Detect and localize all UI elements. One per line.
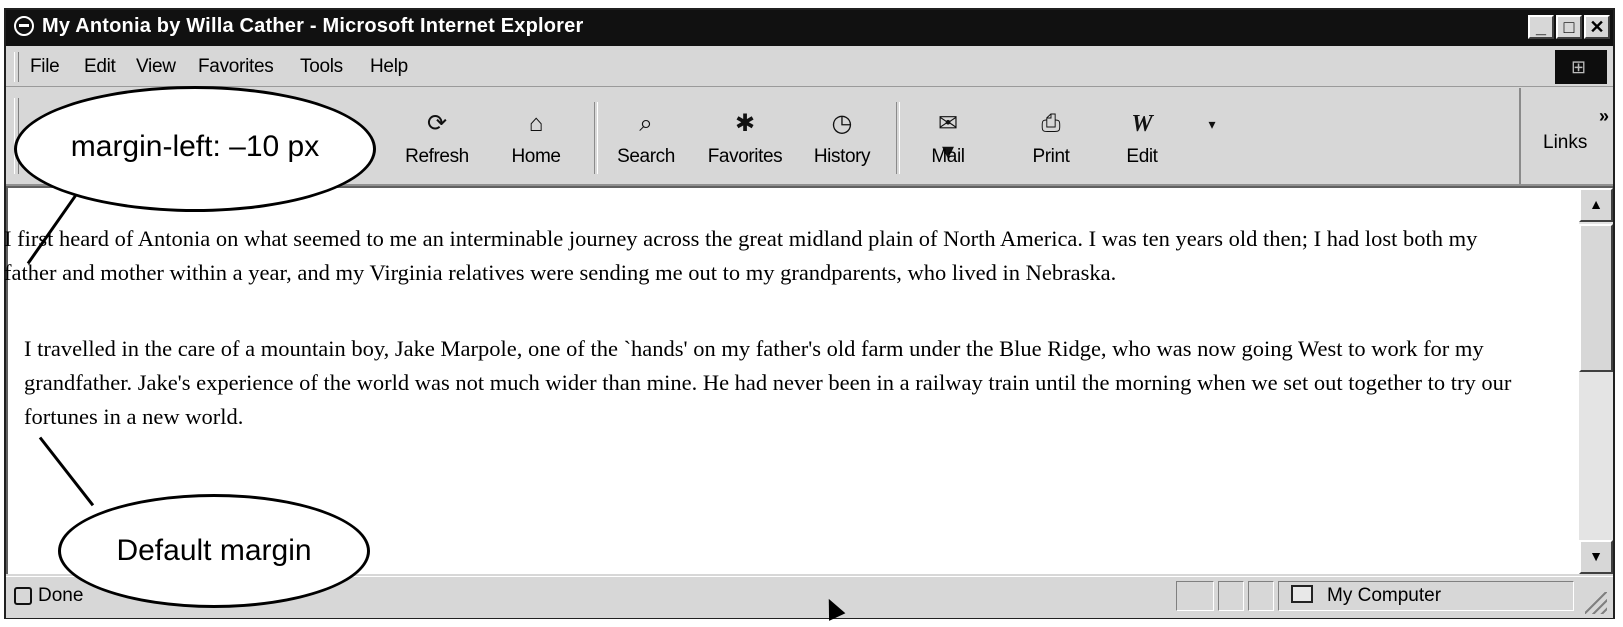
scroll-up-button[interactable]: ▲ xyxy=(1579,188,1613,222)
window-title: My Antonia by Willa Cather - Microsoft I… xyxy=(42,15,584,37)
search-label: Search xyxy=(617,146,675,167)
refresh-label: Refresh xyxy=(405,146,469,167)
chevron-right-icon[interactable]: » xyxy=(1599,106,1609,127)
favorites-button[interactable]: ✱ Favorites xyxy=(696,88,794,184)
mail-button[interactable]: ✉▾ Mail xyxy=(908,88,988,184)
search-button[interactable]: ⌕ Search xyxy=(604,88,688,184)
menu-tools[interactable]: Tools xyxy=(300,56,343,78)
menu-file[interactable]: File xyxy=(30,56,60,78)
menu-favorites[interactable]: Favorites xyxy=(198,56,274,78)
links-label: Links xyxy=(1543,132,1588,153)
home-label: Home xyxy=(511,146,561,167)
toolbar-separator xyxy=(594,102,598,174)
paragraph-negative-margin: I first heard of Antonia on what seemed … xyxy=(4,226,1478,285)
home-icon: ⌂ xyxy=(528,110,544,137)
toolbar-separator xyxy=(896,102,900,174)
menu-view[interactable]: View xyxy=(136,56,176,78)
edit-button[interactable]: W Edit xyxy=(1110,88,1174,184)
status-pane xyxy=(1218,581,1244,611)
callout-margin-left: margin-left: –10 px xyxy=(14,86,376,212)
mail-icon: ✉▾ xyxy=(937,110,959,165)
security-zone-text: My Computer xyxy=(1327,585,1442,606)
links-bar[interactable]: Links » xyxy=(1519,88,1609,184)
edit-label: Edit xyxy=(1126,146,1158,167)
status-pane xyxy=(1248,581,1274,611)
resize-grip[interactable] xyxy=(1585,592,1607,614)
ie-app-icon[interactable] xyxy=(14,16,34,36)
home-button[interactable]: ⌂ Home xyxy=(496,88,576,184)
scroll-thumb[interactable] xyxy=(1579,224,1613,372)
status-pane xyxy=(1176,581,1214,611)
callout-default-margin: Default margin xyxy=(58,494,370,608)
menu-edit[interactable]: Edit xyxy=(84,56,116,78)
title-bar: My Antonia by Willa Cather - Microsoft I… xyxy=(6,10,1613,46)
windows-logo: ⊞ xyxy=(1555,50,1607,84)
print-button[interactable]: ⎙ Print xyxy=(1016,88,1086,184)
history-icon: ◷ xyxy=(831,110,853,137)
print-icon: ⎙ xyxy=(1041,110,1061,137)
menu-bar: File Edit View Favorites Tools Help ⊞ xyxy=(6,48,1613,87)
vertical-scrollbar[interactable]: ▲ ▼ xyxy=(1579,188,1613,574)
throbber-icon: ⊞ xyxy=(1571,57,1587,77)
menu-grip[interactable] xyxy=(14,52,19,82)
maximize-button[interactable]: □ xyxy=(1556,15,1582,39)
chevron-down-icon: ▾ xyxy=(1208,116,1216,132)
minimize-button[interactable]: _ xyxy=(1528,15,1554,39)
history-button[interactable]: ◷ History xyxy=(802,88,882,184)
page-done-icon xyxy=(14,587,32,605)
favorites-label: Favorites xyxy=(707,146,783,167)
menu-help[interactable]: Help xyxy=(370,56,408,78)
edit-dropdown-button[interactable]: ▾ xyxy=(1198,88,1218,184)
favorites-icon: ✱ xyxy=(734,110,756,137)
paragraph-default-margin: I travelled in the care of a mountain bo… xyxy=(24,336,1512,429)
security-zone-pane: My Computer xyxy=(1278,581,1574,611)
search-icon: ⌕ xyxy=(639,110,653,137)
status-text: Done xyxy=(38,585,84,606)
print-label: Print xyxy=(1032,146,1070,167)
refresh-icon: ⟳ xyxy=(426,110,448,137)
refresh-button[interactable]: ⟳ Refresh xyxy=(392,88,482,184)
mail-label: Mail xyxy=(931,146,965,167)
close-button[interactable]: ✕ xyxy=(1584,15,1610,39)
scroll-down-button[interactable]: ▼ xyxy=(1579,540,1613,574)
history-label: History xyxy=(813,146,871,167)
my-computer-icon xyxy=(1291,585,1313,603)
edit-icon: W xyxy=(1131,111,1153,137)
